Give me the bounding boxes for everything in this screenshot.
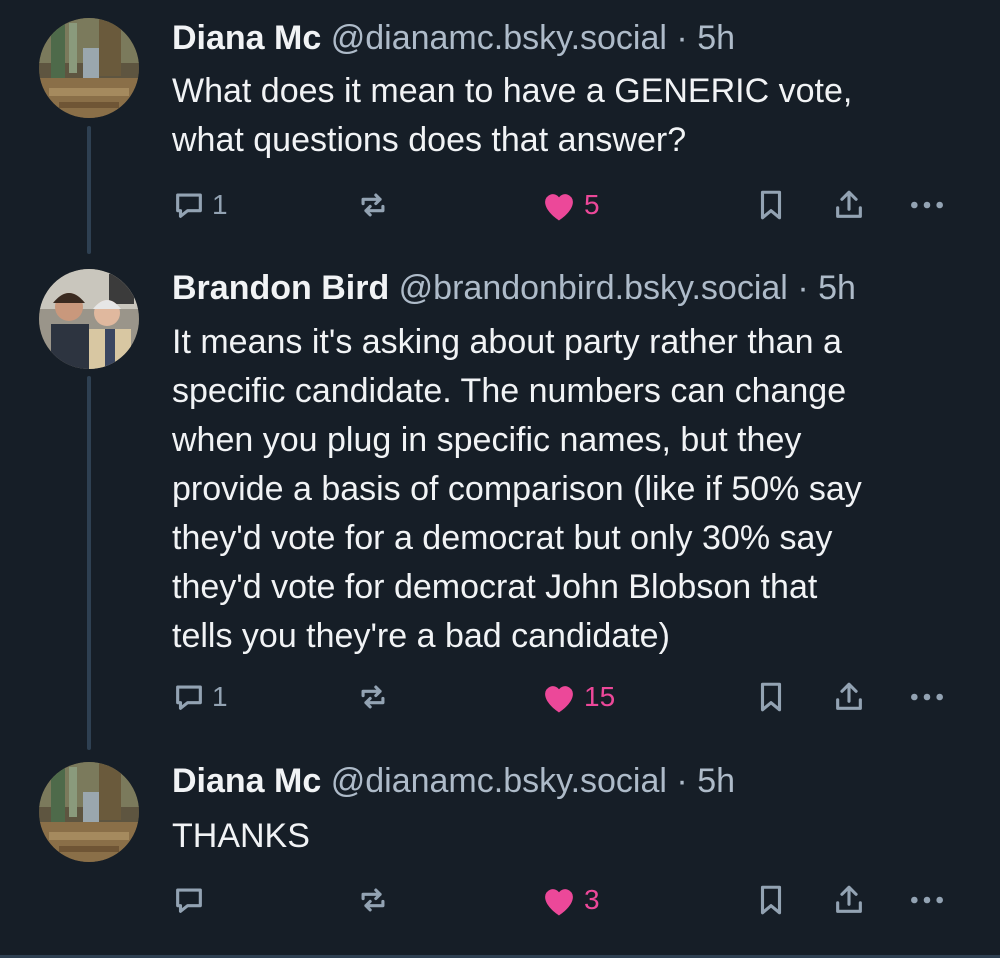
reply-button[interactable]: 1 — [172, 677, 228, 717]
post-text: What does it mean to have a GENERIC vote… — [172, 72, 853, 159]
author-avatar[interactable] — [39, 762, 139, 862]
post-timestamp[interactable]: 5h — [697, 762, 735, 800]
post-text: THANKS — [172, 817, 310, 855]
heart-icon — [545, 194, 573, 221]
share-button[interactable] — [832, 185, 866, 225]
bookmark-icon — [760, 682, 782, 712]
like-count: 5 — [584, 189, 600, 220]
separator-dot: · — [676, 762, 688, 800]
ellipsis-icon — [911, 896, 943, 904]
reply-count: 1 — [212, 681, 228, 712]
speech-bubble-icon — [176, 193, 202, 218]
repost-button[interactable] — [356, 185, 390, 225]
repost-arrows-icon — [361, 193, 385, 217]
avatar-photo-icon — [39, 269, 139, 369]
post-timestamp[interactable]: 5h — [697, 19, 735, 57]
post[interactable]: Diana Mc @dianamc.bsky.social · 5h THANK… — [0, 750, 1000, 955]
post-actions: 1 15 — [172, 677, 972, 717]
post-text: It means it's asking about party rather … — [172, 323, 862, 655]
post[interactable]: Brandon Bird @brandonbird.bsky.social · … — [0, 250, 1000, 750]
post-header: Brandon Bird @brandonbird.bsky.social · … — [172, 268, 856, 308]
author-handle[interactable]: @brandonbird.bsky.social — [399, 269, 788, 307]
post-header: Diana Mc @dianamc.bsky.social · 5h — [172, 18, 735, 58]
author-name[interactable]: Brandon Bird — [172, 269, 389, 307]
reply-count: 1 — [212, 189, 228, 220]
author-handle[interactable]: @dianamc.bsky.social — [331, 762, 667, 800]
author-avatar[interactable] — [39, 18, 139, 118]
author-name[interactable]: Diana Mc — [172, 762, 321, 800]
heart-icon — [545, 686, 573, 713]
like-button[interactable]: 15 — [540, 677, 615, 717]
bookmark-button[interactable] — [754, 677, 788, 717]
post-actions: 3 — [172, 880, 972, 920]
separator-dot: · — [676, 19, 688, 57]
ellipsis-icon — [911, 693, 943, 701]
more-options-button[interactable] — [908, 880, 946, 920]
share-button[interactable] — [832, 677, 866, 717]
share-upload-icon — [836, 682, 862, 710]
avatar-photo-icon — [39, 18, 139, 118]
post[interactable]: Diana Mc @dianamc.bsky.social · 5h What … — [0, 0, 1000, 250]
repost-arrows-icon — [361, 685, 385, 709]
speech-bubble-icon — [176, 685, 202, 710]
author-avatar[interactable] — [39, 269, 139, 369]
bookmark-button[interactable] — [754, 185, 788, 225]
reply-button[interactable]: 1 — [172, 185, 228, 225]
like-button[interactable]: 3 — [540, 880, 600, 920]
heart-icon — [545, 889, 573, 916]
author-handle[interactable]: @dianamc.bsky.social — [331, 19, 667, 57]
reply-button[interactable] — [172, 880, 212, 920]
author-name[interactable]: Diana Mc — [172, 19, 321, 57]
share-button[interactable] — [832, 880, 866, 920]
post-actions: 1 5 — [172, 185, 972, 225]
bookmark-icon — [760, 190, 782, 220]
bookmark-icon — [760, 885, 782, 915]
share-upload-icon — [836, 885, 862, 913]
more-options-button[interactable] — [908, 185, 946, 225]
more-options-button[interactable] — [908, 677, 946, 717]
repost-arrows-icon — [361, 888, 385, 912]
like-button[interactable]: 5 — [540, 185, 600, 225]
post-header: Diana Mc @dianamc.bsky.social · 5h — [172, 761, 735, 801]
bookmark-button[interactable] — [754, 880, 788, 920]
post-timestamp[interactable]: 5h — [818, 269, 856, 307]
ellipsis-icon — [911, 201, 943, 209]
separator-dot: · — [797, 269, 809, 307]
like-count: 3 — [584, 884, 600, 915]
avatar-photo-icon — [39, 762, 139, 862]
speech-bubble-icon — [176, 888, 202, 913]
repost-button[interactable] — [356, 677, 390, 717]
like-count: 15 — [584, 681, 616, 712]
share-upload-icon — [836, 190, 862, 218]
repost-button[interactable] — [356, 880, 390, 920]
